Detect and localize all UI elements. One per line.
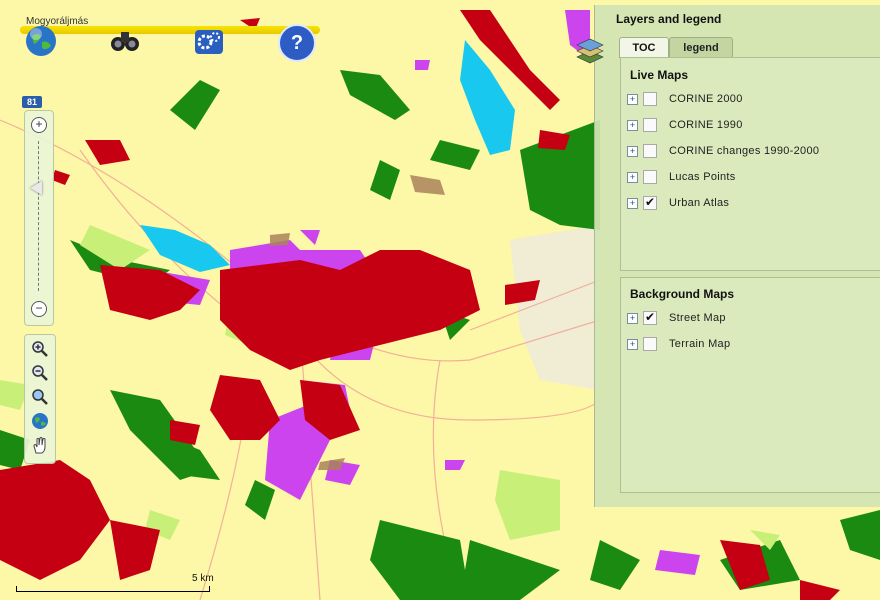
layer-checkbox-street-map[interactable]: ✔ (643, 311, 657, 325)
layer-row-corine-changes: + CORINE changes 1990-2000 (627, 143, 819, 159)
zoom-out-magnifier-icon[interactable] (30, 363, 50, 383)
layer-label: Terrain Map (669, 338, 731, 350)
zoom-out-button[interactable]: − (31, 301, 47, 317)
globe-small-icon[interactable] (30, 411, 50, 431)
zoom-slider-panel: + − (24, 110, 54, 326)
globe-icon[interactable] (24, 24, 58, 58)
live-maps-section: Live Maps + CORINE 2000 + CORINE 1990 + … (620, 57, 880, 271)
layer-checkbox-corine-2000[interactable] (643, 92, 657, 106)
layer-checkbox-terrain-map[interactable] (643, 337, 657, 351)
background-maps-title: Background Maps (630, 287, 735, 301)
toolbar-bar (20, 26, 320, 34)
expand-icon[interactable]: + (627, 312, 638, 324)
layer-row-corine-1990: + CORINE 1990 (627, 117, 743, 133)
layer-label: Urban Atlas (669, 197, 730, 209)
layer-row-urban-atlas: + ✔ Urban Atlas (627, 195, 729, 211)
panel-title: Layers and legend (616, 12, 722, 26)
layer-label: Street Map (669, 312, 726, 324)
tab-toc[interactable]: TOC (619, 37, 669, 58)
layer-row-corine-2000: + CORINE 2000 (627, 91, 743, 107)
binoculars-icon[interactable] (108, 24, 142, 58)
tab-legend[interactable]: legend (669, 37, 733, 58)
expand-icon[interactable]: + (627, 338, 638, 350)
layer-label: Lucas Points (669, 171, 736, 183)
pan-hand-icon[interactable] (30, 435, 50, 455)
layer-checkbox-corine-1990[interactable] (643, 118, 657, 132)
layer-checkbox-lucas-points[interactable] (643, 170, 657, 184)
expand-icon[interactable]: + (627, 197, 638, 209)
zoom-extent-icon[interactable] (30, 387, 50, 407)
navigation-tools-panel (24, 334, 56, 464)
expand-icon[interactable]: + (627, 93, 638, 105)
layer-label: CORINE 1990 (669, 119, 743, 131)
zoom-in-button[interactable]: + (31, 117, 47, 133)
help-icon[interactable]: ? (278, 24, 316, 62)
help-glyph: ? (290, 31, 304, 54)
layer-label: CORINE changes 1990-2000 (669, 145, 820, 157)
layer-row-lucas-points: + Lucas Points (627, 169, 736, 185)
zoom-slider-track[interactable] (38, 141, 40, 291)
zoom-slider-thumb[interactable] (30, 181, 42, 195)
layers-panel: Layers and legend TOC legend Live Maps +… (576, 5, 880, 507)
background-maps-section: Background Maps + ✔ Street Map + Terrain… (620, 277, 880, 493)
settings-icon[interactable] (192, 24, 226, 58)
layers-stack-icon[interactable] (573, 37, 607, 67)
layer-checkbox-urban-atlas[interactable]: ✔ (643, 196, 657, 210)
scale-bar (16, 586, 210, 592)
zoom-in-magnifier-icon[interactable] (30, 339, 50, 359)
expand-icon[interactable]: + (627, 171, 638, 183)
road-number-shield: 81 (22, 96, 42, 108)
scale-label: 5 km (192, 573, 214, 584)
expand-icon[interactable]: + (627, 119, 638, 131)
layer-checkbox-corine-changes[interactable] (643, 144, 657, 158)
live-maps-title: Live Maps (630, 68, 689, 82)
expand-icon[interactable]: + (627, 145, 638, 157)
layer-label: CORINE 2000 (669, 93, 743, 105)
layer-row-terrain-map: + Terrain Map (627, 336, 730, 352)
layer-row-street-map: + ✔ Street Map (627, 310, 726, 326)
